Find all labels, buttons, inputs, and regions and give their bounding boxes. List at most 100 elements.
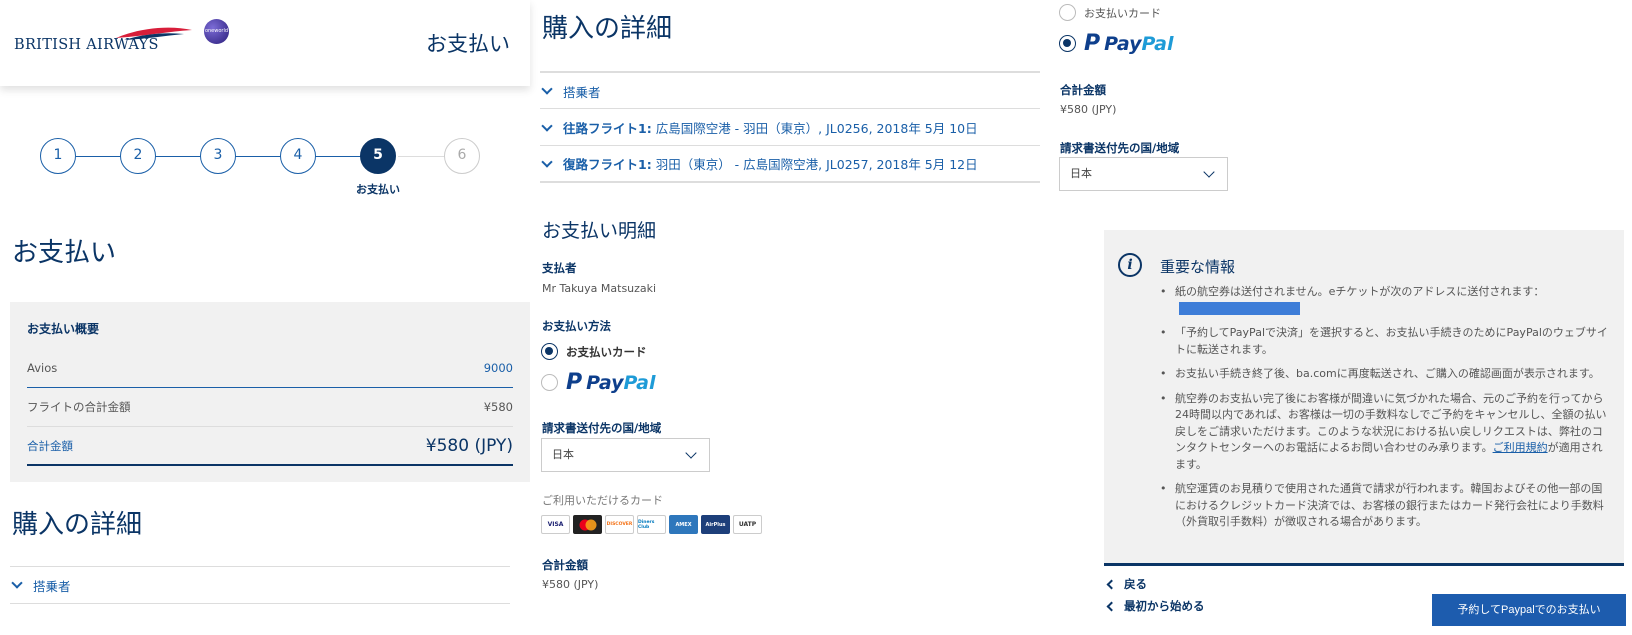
- chevron-down-icon: [541, 119, 553, 132]
- chevron-left-icon: [1106, 579, 1117, 589]
- payment-option-paypal-2[interactable]: P Pay Pal: [1059, 31, 1174, 56]
- back-label: 戻る: [1124, 577, 1147, 591]
- payment-total-label: 合計金額: [542, 558, 588, 572]
- right-billing-country-value: 日本: [1070, 167, 1092, 180]
- paypal-logo-2: P Pay Pal: [1084, 31, 1174, 56]
- flight-total-label: フライトの合計金額: [27, 400, 131, 414]
- outbound-text: 広島国際空港 - 羽田（東京）, JL0256, 2018年 5月 10日: [655, 121, 978, 136]
- header-title: お支払い: [426, 32, 510, 56]
- paypal-p-icon: P: [566, 370, 583, 395]
- total-value: ¥580 (JPY): [425, 435, 513, 456]
- chevron-down-icon: [11, 577, 23, 589]
- back-link[interactable]: 戻る: [1104, 576, 1147, 592]
- terms-link[interactable]: ご利用規約: [1493, 441, 1548, 454]
- step-6: 6: [444, 138, 480, 174]
- step-4[interactable]: 4: [280, 138, 316, 174]
- payment-total-value: ¥580 (JPY): [542, 578, 599, 591]
- paypal-word-pal: Pal: [623, 371, 656, 394]
- payment-option-card[interactable]: お支払いカード: [541, 343, 647, 360]
- passenger-accordion-2[interactable]: 搭乗者: [540, 71, 1040, 109]
- right-total-value: ¥580 (JPY): [1060, 103, 1117, 116]
- outbound-flight-accordion[interactable]: 往路フライト1: 広島国際空港 - 羽田（東京）, JL0256, 2018年 …: [540, 108, 1040, 146]
- amex-icon: AMEX: [669, 515, 698, 534]
- payer-label: 支払者: [542, 261, 577, 275]
- payment-method-label: お支払い方法: [542, 319, 611, 333]
- passenger-accordion[interactable]: 搭乗者: [10, 566, 510, 604]
- info-icon: i: [1118, 253, 1142, 277]
- billing-country-value: 日本: [552, 448, 574, 461]
- chevron-left-icon: [1106, 601, 1117, 611]
- paypal-logo: P Pay Pal: [566, 370, 656, 395]
- card-radio-2[interactable]: [1059, 4, 1076, 21]
- mastercard-icon: [573, 515, 602, 534]
- paypal-word-pay: Pay: [586, 371, 624, 394]
- start-over-label: 最初から始める: [1124, 599, 1205, 613]
- payment-option-card-2[interactable]: お支払いカード: [1059, 4, 1161, 21]
- oneworld-logo: oneworld: [204, 19, 229, 44]
- site-header: BRITISH AIRWAYS oneworld お支払い: [0, 0, 530, 86]
- diners-club-icon: Diners Club: [637, 515, 666, 534]
- info-item-currency: 航空運賃のお見積りで使用された通貨で請求が行われます。韓国およびその他一部の国に…: [1160, 481, 1608, 531]
- return-text: 羽田（東京） - 広島国際空港, JL0257, 2018年 5月 12日: [655, 157, 978, 172]
- flight-total-value: ¥580: [483, 400, 513, 414]
- start-over-link[interactable]: 最初から始める: [1104, 598, 1205, 614]
- card-option-label: お支払いカード: [566, 344, 647, 359]
- book-and-pay-paypal-button[interactable]: 予約してPaypalでのお支払い: [1432, 594, 1626, 626]
- return-flight-accordion[interactable]: 復路フライト1: 羽田（東京） - 広島国際空港, JL0257, 2018年 …: [540, 145, 1040, 183]
- payment-summary: お支払い概要 Avios 9000 フライトの合計金額 ¥580 合計金額 ¥5…: [10, 302, 530, 482]
- step-2[interactable]: 2: [120, 138, 156, 174]
- info-item-paypal-redirect: 「予約してPayPalで決済」を選択すると、お支払い手続きのためにPayPalの…: [1160, 325, 1608, 358]
- step-3[interactable]: 3: [200, 138, 236, 174]
- info-item-return-to-ba: お支払い手続き終了後、ba.comに再度転送され、ご購入の確認画面が表示されます…: [1160, 366, 1608, 383]
- british-airways-logo[interactable]: BRITISH AIRWAYS: [14, 26, 194, 56]
- chevron-down-icon: [541, 83, 553, 95]
- info-item-refund: 航空券のお支払い完了後にお客様が間違いに気づかれた場合、元のご予約を行ってから2…: [1160, 391, 1608, 474]
- info-item-eticket: 紙の航空券は送付されません。eチケットが次のアドレスに送付されます：: [1160, 284, 1608, 317]
- billing-country-label: 請求書送付先の国/地域: [542, 421, 662, 435]
- summary-row-flight-total: フライトの合計金額 ¥580: [27, 388, 513, 427]
- chevron-down-icon: [541, 155, 553, 168]
- summary-row-avios: Avios 9000: [27, 349, 513, 388]
- right-total-label: 合計金額: [1060, 83, 1106, 97]
- right-billing-country-label: 請求書送付先の国/地域: [1060, 141, 1180, 155]
- return-prefix: 復路フライト1:: [563, 157, 652, 172]
- avios-value: 9000: [483, 361, 513, 375]
- payment-option-paypal[interactable]: P Pay Pal: [541, 370, 656, 395]
- payment-details-heading: お支払い明細: [542, 220, 657, 242]
- step-5: 5: [360, 138, 396, 174]
- billing-country-select[interactable]: 日本: [541, 438, 710, 472]
- right-billing-country-select[interactable]: 日本: [1059, 157, 1228, 191]
- total-label: 合計金額: [27, 438, 73, 453]
- info-title: 重要な情報: [1160, 258, 1236, 276]
- avios-label: Avios: [27, 361, 58, 375]
- purchase-details-heading-2: 購入の詳細: [542, 14, 673, 44]
- progress-stepper: 1 2 3 4 5 6 お支払い: [40, 138, 500, 198]
- card-radio[interactable]: [541, 343, 558, 360]
- step-5-caption: お支払い: [356, 183, 400, 196]
- important-info-box: i 重要な情報 紙の航空券は送付されません。eチケットが次のアドレスに送付されま…: [1104, 230, 1624, 566]
- outbound-prefix: 往路フライト1:: [563, 121, 652, 136]
- airplus-icon: AirPlus: [701, 515, 730, 534]
- accepted-cards: VISA DISCOVER Diners Club AMEX AirPlus U…: [541, 515, 762, 534]
- chevron-down-icon: [1203, 166, 1215, 178]
- redacted-email: [1179, 302, 1300, 315]
- paypal-word-pay: Pay: [1104, 32, 1142, 55]
- paypal-radio-2[interactable]: [1059, 35, 1076, 52]
- payer-name: Mr Takuya Matsuzaki: [542, 282, 657, 295]
- uatp-icon: UATP: [733, 515, 762, 534]
- step-1[interactable]: 1: [40, 138, 76, 174]
- summary-title: お支払い概要: [27, 322, 100, 336]
- speedmarque-icon: [116, 27, 192, 40]
- page-title: お支払い: [12, 238, 117, 268]
- paypal-word-pal: Pal: [1141, 32, 1174, 55]
- chevron-down-icon: [685, 447, 697, 459]
- passenger-label-2: 搭乗者: [563, 84, 601, 100]
- passenger-label: 搭乗者: [33, 578, 71, 594]
- card-option-label-2: お支払いカード: [1084, 6, 1161, 20]
- info-list: 紙の航空券は送付されません。eチケットが次のアドレスに送付されます： 「予約して…: [1160, 284, 1608, 539]
- purchase-details-heading: 購入の詳細: [12, 510, 143, 540]
- accepted-cards-label: ご利用いただけるカード: [542, 494, 663, 507]
- discover-icon: DISCOVER: [605, 515, 634, 534]
- paypal-p-icon: P: [1084, 31, 1101, 56]
- paypal-radio[interactable]: [541, 374, 558, 391]
